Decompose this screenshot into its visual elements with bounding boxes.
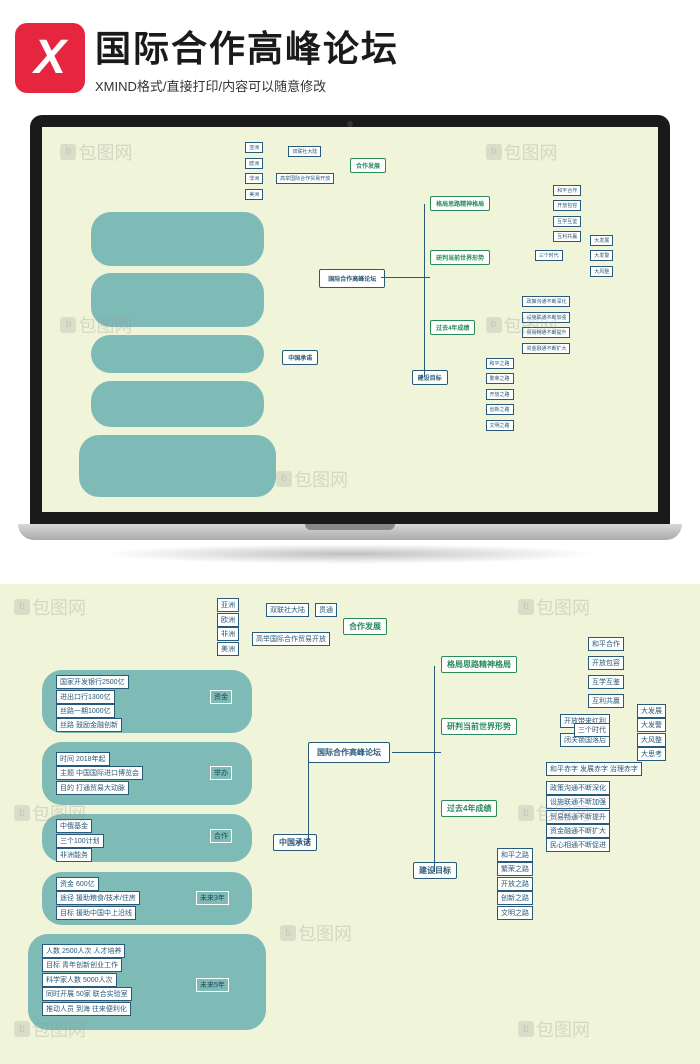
center-node: 国际合作高峰论坛 xyxy=(319,269,385,288)
branch-china: 中国承诺 xyxy=(282,350,318,365)
logo-letter: X xyxy=(34,30,66,85)
laptop-mockup: 国际合作高峰论坛 合作发展 格局思路精神格局 研判当前世界形势 过去4年成绩 建… xyxy=(30,115,670,564)
branch-world: 研判当前世界形势 xyxy=(430,250,490,265)
mindmap-preview: 国际合作高峰论坛 合作发展 格局思路精神格局 研判当前世界形势 过去4年成绩 建… xyxy=(42,127,658,512)
center-node-full: 国际合作高峰论坛 xyxy=(308,742,390,763)
branch-cooperation: 合作发展 xyxy=(350,158,386,173)
xmind-logo: X xyxy=(15,23,85,93)
branch-goals: 建设目标 xyxy=(412,370,448,385)
main-title: 国际合作高峰论坛 xyxy=(95,20,685,72)
branch-spirit: 格局思路精神格局 xyxy=(430,196,490,211)
subtitle: XMIND格式/直接打印/内容可以随意修改 xyxy=(95,76,685,95)
full-preview: 国际合作高峰论坛 合作发展 格局思路精神格局 研判当前世界形势 过去4年成绩 建… xyxy=(0,584,700,1064)
watermark: b包图网 xyxy=(60,139,132,165)
title-group: 国际合作高峰论坛 XMIND格式/直接打印/内容可以随意修改 xyxy=(95,20,685,95)
branch-past: 过去4年成绩 xyxy=(430,320,475,335)
